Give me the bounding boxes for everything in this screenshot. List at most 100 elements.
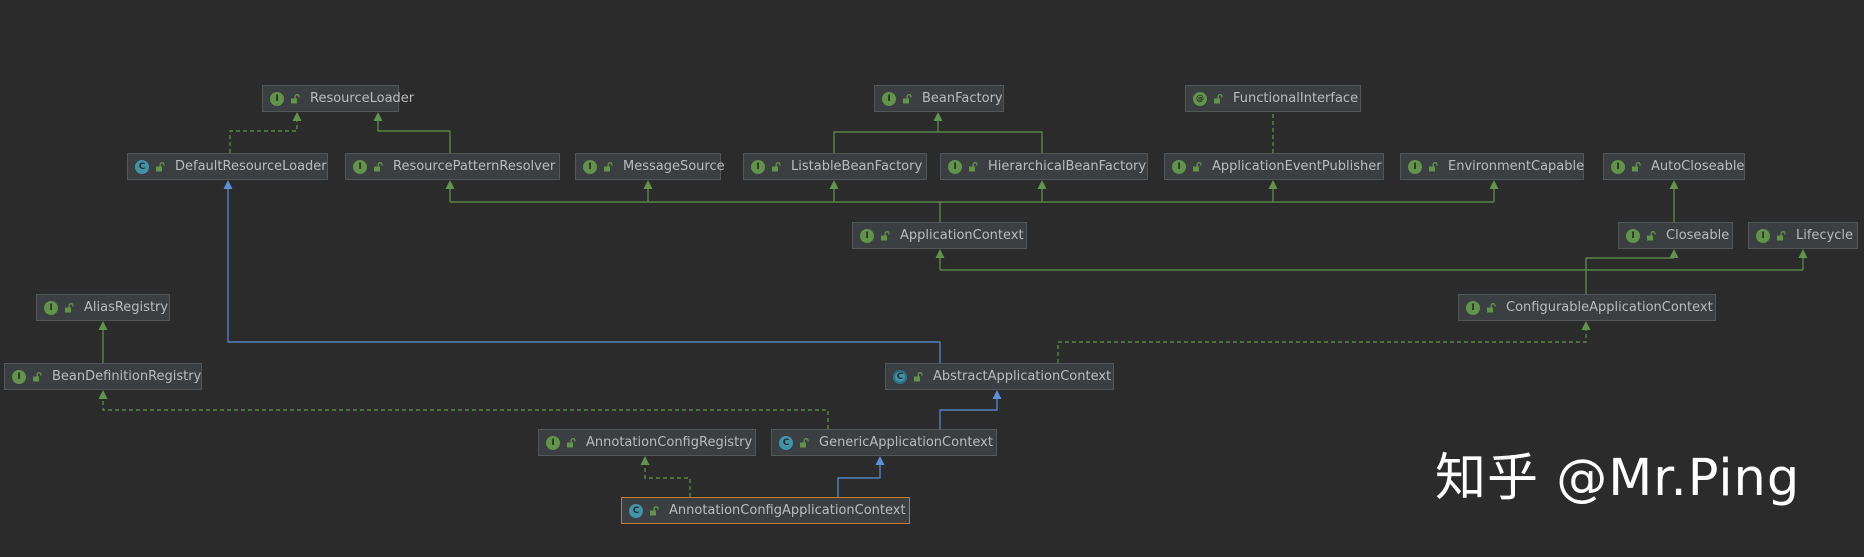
arrowhead bbox=[1581, 321, 1591, 330]
access-lock-icon bbox=[914, 371, 923, 381]
node-application-event-publisher[interactable]: I ApplicationEventPublisher bbox=[1164, 153, 1384, 180]
access-lock-icon bbox=[1193, 161, 1202, 171]
node-label: Lifecycle bbox=[1796, 228, 1854, 243]
node-label: ApplicationEventPublisher bbox=[1212, 159, 1382, 174]
node-annotation-config-application-context[interactable]: C AnnotationConfigApplicationContext bbox=[621, 497, 910, 524]
node-abstract-application-context[interactable]: C AbstractApplicationContext bbox=[885, 363, 1114, 390]
node-generic-application-context[interactable]: C GenericApplicationContext bbox=[771, 429, 997, 456]
interface-icon: I bbox=[353, 159, 367, 174]
edge-generic-to-abstract bbox=[939, 399, 998, 429]
node-alias-registry[interactable]: I AliasRegistry bbox=[36, 294, 170, 321]
arrowhead bbox=[643, 180, 653, 189]
arrowhead bbox=[829, 180, 839, 189]
edge-default-resource-loader-to-resource-loader bbox=[229, 121, 298, 153]
arrowhead bbox=[1037, 180, 1047, 189]
node-label: AbstractApplicationContext bbox=[933, 369, 1112, 384]
annotation-icon: @ bbox=[1193, 91, 1207, 106]
interface-icon: I bbox=[44, 300, 58, 315]
node-label: Closeable bbox=[1666, 228, 1730, 243]
interface-icon: I bbox=[1466, 300, 1480, 315]
interface-icon: I bbox=[1626, 228, 1640, 243]
class-icon: C bbox=[135, 159, 149, 174]
interface-icon: I bbox=[12, 369, 26, 384]
access-lock-icon bbox=[1647, 230, 1656, 240]
arrowhead bbox=[933, 112, 943, 121]
arrowhead bbox=[445, 180, 455, 189]
node-listable-bean-factory[interactable]: I ListableBeanFactory bbox=[743, 153, 927, 180]
interface-icon: I bbox=[1172, 159, 1186, 174]
access-lock-icon bbox=[969, 161, 978, 171]
access-lock-icon bbox=[1777, 230, 1786, 240]
access-lock-icon bbox=[65, 302, 74, 312]
node-label: GenericApplicationContext bbox=[819, 435, 993, 450]
node-label: MessageSource bbox=[623, 159, 725, 174]
node-resource-pattern-resolver[interactable]: I ResourcePatternResolver bbox=[345, 153, 560, 180]
node-label: AutoCloseable bbox=[1651, 159, 1745, 174]
node-resource-loader[interactable]: I ResourceLoader bbox=[262, 85, 414, 112]
edge-abstract-to-default-resource-loader bbox=[227, 189, 941, 363]
edge-generic-to-bean-definition-registry bbox=[102, 399, 829, 429]
node-label: BeanDefinitionRegistry bbox=[52, 369, 202, 384]
node-application-context[interactable]: I ApplicationContext bbox=[852, 222, 1027, 249]
interface-icon: I bbox=[860, 228, 874, 243]
node-label: ResourcePatternResolver bbox=[393, 159, 556, 174]
interface-icon: I bbox=[751, 159, 765, 174]
node-label: ResourceLoader bbox=[310, 91, 415, 106]
arrowhead bbox=[292, 112, 302, 121]
node-message-source[interactable]: I MessageSource bbox=[575, 153, 725, 180]
edge-abstract-to-configurable bbox=[1057, 330, 1587, 363]
interface-icon: I bbox=[948, 159, 962, 174]
arrowhead bbox=[1669, 180, 1679, 189]
node-label: FunctionalInterface bbox=[1233, 91, 1359, 106]
node-label: ApplicationContext bbox=[900, 228, 1024, 243]
interface-icon: I bbox=[583, 159, 597, 174]
abstract-class-icon: C bbox=[893, 369, 907, 384]
node-lifecycle[interactable]: I Lifecycle bbox=[1748, 222, 1858, 249]
interface-icon: I bbox=[270, 91, 284, 106]
arrowhead bbox=[640, 456, 650, 465]
node-configurable-application-context[interactable]: I ConfigurableApplicationContext bbox=[1458, 294, 1716, 321]
access-lock-icon bbox=[650, 505, 659, 515]
access-lock-icon bbox=[604, 161, 613, 171]
node-environment-capable[interactable]: I EnvironmentCapable bbox=[1400, 153, 1584, 180]
access-lock-icon bbox=[1487, 302, 1496, 312]
node-functional-interface[interactable]: @ FunctionalInterface bbox=[1185, 85, 1361, 112]
arrowhead bbox=[373, 112, 383, 121]
node-label: AliasRegistry bbox=[84, 300, 169, 315]
node-label: HierarchicalBeanFactory bbox=[988, 159, 1147, 174]
node-closeable[interactable]: I Closeable bbox=[1618, 222, 1733, 249]
arrowhead bbox=[98, 321, 108, 330]
access-lock-icon bbox=[881, 230, 890, 240]
arrowhead bbox=[1798, 249, 1808, 258]
access-lock-icon bbox=[1214, 93, 1223, 103]
node-default-resource-loader[interactable]: C DefaultResourceLoader bbox=[127, 153, 328, 180]
edge-annotation-config-to-generic bbox=[837, 465, 881, 497]
access-lock-icon bbox=[800, 437, 809, 447]
edge-bean-factories-to-bean-factory bbox=[833, 131, 1043, 153]
node-annotation-config-registry[interactable]: I AnnotationConfigRegistry bbox=[538, 429, 756, 456]
arrowhead bbox=[875, 456, 885, 465]
access-lock-icon bbox=[374, 161, 383, 171]
interface-icon: I bbox=[1611, 159, 1625, 174]
node-hierarchical-bean-factory[interactable]: I HierarchicalBeanFactory bbox=[940, 153, 1148, 180]
node-label: ListableBeanFactory bbox=[791, 159, 923, 174]
interface-icon: I bbox=[1756, 228, 1770, 243]
arrowhead bbox=[1489, 180, 1499, 189]
node-auto-closeable[interactable]: I AutoCloseable bbox=[1603, 153, 1745, 180]
access-lock-icon bbox=[772, 161, 781, 171]
edge-annotation-config-to-registry bbox=[644, 465, 691, 497]
arrowhead bbox=[223, 180, 233, 189]
node-label: BeanFactory bbox=[922, 91, 1003, 106]
node-label: AnnotationConfigRegistry bbox=[586, 435, 753, 450]
arrowhead bbox=[98, 390, 108, 399]
arrowhead bbox=[992, 390, 1002, 399]
edge-configurable-to-closeable-bus bbox=[1585, 257, 1674, 270]
node-bean-factory[interactable]: I BeanFactory bbox=[874, 85, 1004, 112]
class-icon: C bbox=[779, 435, 793, 450]
access-lock-icon bbox=[33, 371, 42, 381]
arrowhead bbox=[1268, 180, 1278, 189]
node-label: AnnotationConfigApplicationContext bbox=[669, 503, 906, 518]
interface-icon: I bbox=[1408, 159, 1422, 174]
node-bean-definition-registry[interactable]: I BeanDefinitionRegistry bbox=[4, 363, 202, 390]
interface-icon: I bbox=[882, 91, 896, 106]
